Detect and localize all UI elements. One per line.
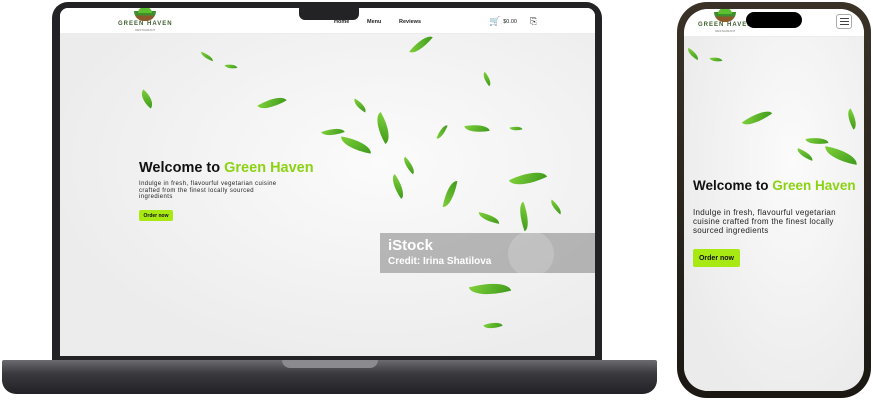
leaf-decoration bbox=[480, 71, 494, 87]
phone-screen: GREEN HAVEN RESTAURANT Welcome to Green … bbox=[684, 9, 864, 391]
bowl-icon bbox=[134, 8, 157, 21]
order-now-button[interactable]: Order now bbox=[139, 210, 173, 221]
watermark-circle bbox=[508, 231, 554, 277]
hero-title-prefix: Welcome to bbox=[693, 178, 773, 193]
leaf-decoration bbox=[339, 136, 373, 154]
hamburger-icon bbox=[839, 18, 849, 19]
leaf-decoration bbox=[468, 277, 512, 301]
hero-title: Welcome to Green Haven bbox=[139, 160, 314, 176]
cart-total: $0.00 bbox=[503, 18, 517, 25]
stock-watermark: iStock Credit: Irina Shatilova bbox=[380, 231, 595, 277]
hero-title-prefix: Welcome to bbox=[139, 160, 225, 176]
phone-hero-title: Welcome to Green Haven bbox=[693, 178, 863, 193]
leaf-decoration bbox=[351, 98, 369, 113]
logo-subtext: RESTAURANT bbox=[715, 29, 736, 33]
leaf-decoration bbox=[709, 55, 723, 64]
logo-subtext: RESTAURANT bbox=[135, 28, 156, 32]
cart-button[interactable]: 🛒 $0.00 bbox=[489, 17, 517, 26]
leaf-decoration bbox=[547, 199, 565, 215]
hero-title-accent: Green Haven bbox=[772, 178, 856, 193]
logo[interactable]: GREEN HAVEN RESTAURANT bbox=[118, 8, 173, 32]
leaf-decoration bbox=[257, 91, 287, 115]
watermark-credit: Credit: Irina Shatilova bbox=[388, 256, 492, 267]
dynamic-island bbox=[746, 12, 802, 28]
leaf-decoration bbox=[514, 201, 534, 232]
hero-subtitle: Indulge in fresh, flavourful vegetarian … bbox=[139, 181, 277, 200]
leaf-decoration bbox=[685, 47, 701, 61]
logo-text: GREEN HAVEN bbox=[698, 22, 753, 28]
leaf-decoration bbox=[436, 123, 448, 141]
leaf-decoration bbox=[483, 319, 503, 332]
leaf-decoration bbox=[199, 51, 215, 62]
leaf-decoration bbox=[508, 165, 548, 192]
phone-logo[interactable]: GREEN HAVEN RESTAURANT bbox=[698, 9, 753, 33]
laptop-camera-notch bbox=[299, 8, 359, 20]
nav-link-reviews[interactable]: Reviews bbox=[399, 19, 421, 25]
leaf-decoration bbox=[741, 105, 773, 131]
phone-order-now-button[interactable]: Order now bbox=[693, 249, 740, 267]
cart-icon: 🛒 bbox=[489, 16, 501, 26]
leaf-decoration bbox=[464, 121, 490, 136]
leaf-decoration bbox=[477, 212, 501, 224]
phone-hero-subtitle: Indulge in fresh, flavourful vegetarian … bbox=[693, 208, 836, 235]
hero-title-accent: Green Haven bbox=[224, 160, 314, 176]
leaf-decoration bbox=[400, 156, 418, 175]
leaf-decoration bbox=[224, 62, 238, 71]
nav-link-menu[interactable]: Menu bbox=[367, 19, 381, 25]
leaf-decoration bbox=[823, 146, 859, 165]
leaf-decoration bbox=[136, 89, 158, 109]
leaf-decoration bbox=[409, 31, 433, 58]
leaf-decoration bbox=[370, 112, 396, 144]
laptop-screen: GREEN HAVEN RESTAURANT Home Menu Reviews… bbox=[60, 8, 595, 356]
leaf-decoration bbox=[843, 108, 861, 130]
watermark-brand: iStock bbox=[388, 237, 434, 254]
leaf-decoration bbox=[509, 124, 523, 133]
login-icon[interactable]: ⎘ bbox=[530, 16, 537, 27]
leaf-decoration bbox=[442, 179, 458, 209]
leaf-decoration bbox=[387, 174, 409, 199]
logo-text: GREEN HAVEN bbox=[118, 21, 173, 27]
hamburger-menu-button[interactable] bbox=[836, 14, 852, 29]
laptop-base-notch bbox=[282, 360, 378, 368]
leaf-decoration bbox=[795, 148, 815, 161]
bowl-icon bbox=[714, 9, 737, 22]
